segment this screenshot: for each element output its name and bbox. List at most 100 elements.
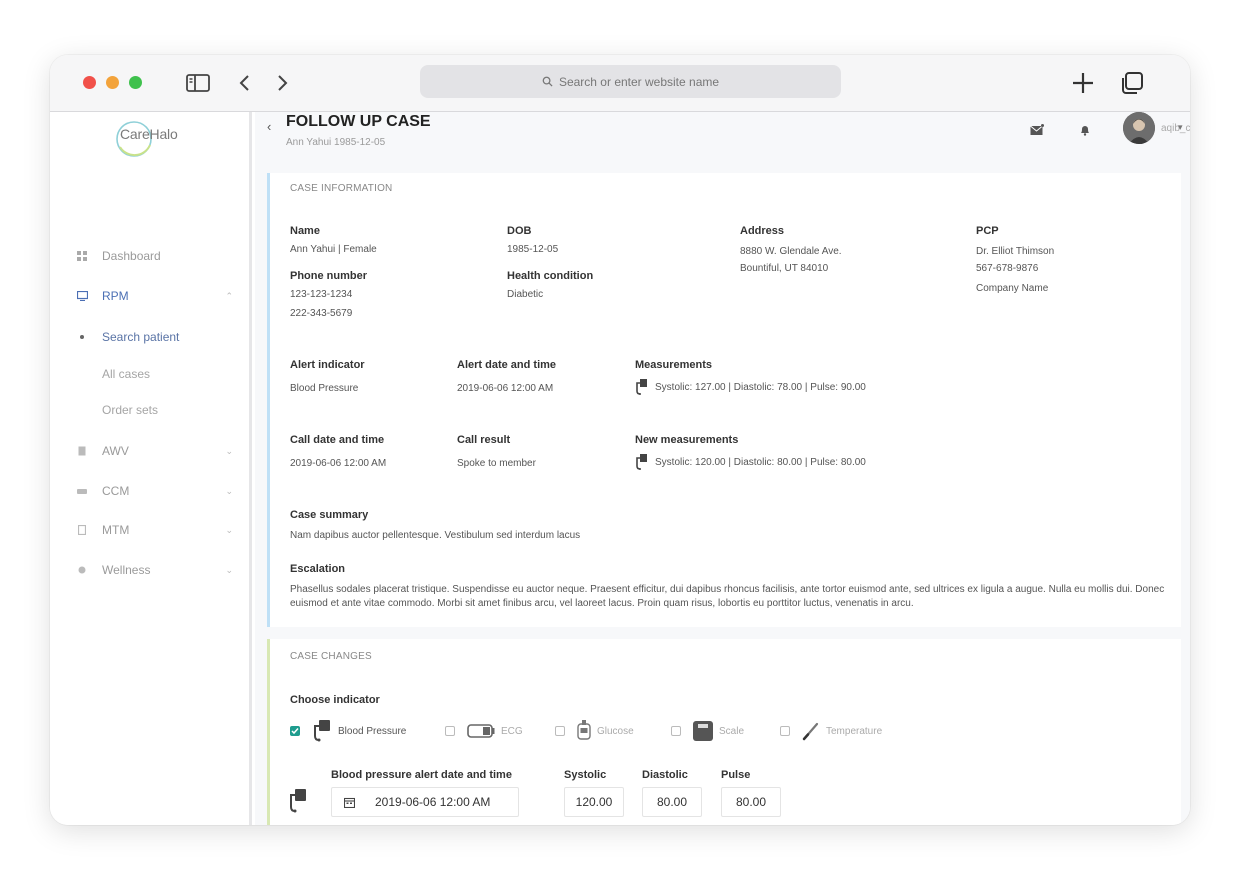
sidebar-item-dashboard[interactable]: Dashboard — [76, 246, 241, 266]
pcp-phone: 567-678-9876 — [976, 263, 1039, 274]
sidebar-subitem-order-sets[interactable]: Order sets — [102, 403, 158, 417]
sidebar-item-label: Dashboard — [102, 249, 161, 263]
measurements-label: Measurements — [635, 359, 713, 371]
sidebar-item-label: AWV — [102, 444, 129, 458]
ecg-icon — [467, 723, 495, 739]
browser-window: Search or enter website name CareHalo Da… — [50, 55, 1190, 825]
page-subtitle: Ann Yahui 1985-12-05 — [286, 137, 386, 148]
thermometer-icon — [802, 721, 820, 741]
address-label: Address — [740, 225, 785, 237]
indicator-scale[interactable]: Scale — [671, 719, 744, 743]
case-changes-title: CASE CHANGES — [290, 651, 372, 662]
indicator-label: ECG — [501, 725, 523, 737]
phone-1: 123-123-1234 — [290, 289, 353, 300]
systolic-label: Systolic — [564, 769, 607, 781]
new-measurements-row: Systolic: 120.00 | Diastolic: 80.00 | Pu… — [635, 454, 866, 470]
new-measurements-value: Systolic: 120.00 | Diastolic: 80.00 | Pu… — [655, 456, 866, 468]
escalation-value: Phasellus sodales placerat tristique. Su… — [290, 584, 1165, 609]
document-icon — [76, 445, 88, 457]
case-summary-label: Case summary — [290, 509, 369, 521]
health-condition-value: Diabetic — [507, 289, 544, 300]
avatar[interactable] — [1123, 112, 1155, 144]
indicator-label: Scale — [719, 725, 745, 737]
call-datetime-label: Call date and time — [290, 434, 385, 446]
address-bar[interactable]: Search or enter website name — [420, 65, 841, 98]
monitor-icon — [76, 290, 88, 302]
sidebar-item-wellness[interactable]: Wellness ⌄ — [76, 560, 241, 580]
tabs-overview-icon[interactable] — [1117, 69, 1147, 97]
caret-down-icon[interactable]: ▾ — [1178, 122, 1183, 133]
phone-label: Phone number — [290, 270, 368, 282]
diastolic-input[interactable]: 80.00 — [642, 787, 702, 817]
sidebar: CareHalo Dashboard RPM ⌃ Search patient … — [50, 112, 252, 825]
phone-2: 222-343-5679 — [290, 308, 353, 319]
case-changes-card: CASE CHANGES Choose indicator Blood Pres… — [267, 639, 1181, 825]
case-information-title: CASE INFORMATION — [290, 183, 393, 194]
close-window-button[interactable] — [83, 76, 96, 89]
maximize-window-button[interactable] — [129, 76, 142, 89]
case-information-card: CASE INFORMATION Name Ann Yahui | Female… — [267, 173, 1181, 627]
chevron-down-icon: ⌄ — [225, 564, 233, 575]
diastolic-label: Diastolic — [642, 769, 688, 781]
blood-pressure-icon — [312, 720, 332, 742]
bp-datetime-input[interactable]: 2019-06-06 12:00 AM — [331, 787, 519, 817]
pcp-company: Company Name — [976, 283, 1049, 294]
indicator-glucose[interactable]: Glucose — [555, 719, 634, 743]
clipboard-icon — [76, 524, 88, 536]
indicator-label: Blood Pressure — [338, 725, 407, 737]
calendar-icon — [344, 797, 355, 808]
browser-titlebar: Search or enter website name — [50, 55, 1190, 112]
glucose-icon — [577, 720, 591, 742]
address-line1: 8880 W. Glendale Ave. — [740, 246, 842, 257]
ecg-checkbox[interactable] — [445, 726, 455, 736]
message-icon[interactable] — [1029, 122, 1045, 138]
username[interactable]: aqib_care — [1161, 123, 1190, 134]
diastolic-value: 80.00 — [656, 795, 688, 809]
pulse-label: Pulse — [721, 769, 751, 781]
temperature-checkbox[interactable] — [780, 726, 790, 736]
sidebar-item-ccm[interactable]: CCM ⌄ — [76, 481, 241, 501]
address-bar-placeholder: Search or enter website name — [558, 74, 720, 89]
scale-checkbox[interactable] — [671, 726, 681, 736]
sidebar-subitem-all-cases[interactable]: All cases — [102, 367, 150, 381]
escalation-label: Escalation — [290, 563, 346, 575]
bell-icon[interactable] — [1077, 122, 1093, 138]
sidebar-subitem-search-patient[interactable]: Search patient — [102, 330, 179, 344]
sidebar-item-label: Wellness — [102, 563, 151, 577]
bp-datetime-value: 2019-06-06 12:00 AM — [375, 795, 491, 809]
logo-text: CareHalo — [120, 126, 178, 142]
alert-indicator-label: Alert indicator — [290, 359, 365, 371]
chevron-down-icon: ⌄ — [225, 485, 233, 496]
indicator-temperature[interactable]: Temperature — [780, 719, 882, 743]
dob-label: DOB — [507, 225, 532, 237]
indicator-ecg[interactable]: ECG — [445, 719, 523, 743]
sidebar-item-mtm[interactable]: MTM ⌄ — [76, 520, 241, 540]
minimize-window-button[interactable] — [106, 76, 119, 89]
sidebar-toggle-icon[interactable] — [183, 69, 213, 97]
sidebar-item-awv[interactable]: AWV ⌄ — [76, 441, 241, 461]
back-icon[interactable] — [230, 69, 260, 97]
choose-indicator-label: Choose indicator — [290, 694, 380, 706]
new-tab-icon[interactable] — [1068, 69, 1098, 97]
alert-datetime-label: Alert date and time — [457, 359, 557, 371]
back-chevron-icon[interactable]: ‹ — [267, 119, 271, 134]
pcp-label: PCP — [976, 225, 999, 237]
bp-datetime-label: Blood pressure alert date and time — [331, 769, 512, 781]
blood-pressure-icon — [288, 789, 308, 813]
blood-pressure-checkbox[interactable] — [290, 726, 300, 736]
search-icon — [542, 76, 553, 87]
case-summary-value: Nam dapibus auctor pellentesque. Vestibu… — [290, 530, 581, 541]
indicator-blood-pressure[interactable]: Blood Pressure — [290, 719, 406, 743]
forward-icon[interactable] — [267, 69, 297, 97]
name-label: Name — [290, 225, 320, 237]
call-result-label: Call result — [457, 434, 511, 446]
glucose-checkbox[interactable] — [555, 726, 565, 736]
sidebar-item-rpm[interactable]: RPM ⌃ — [76, 286, 241, 306]
blood-pressure-icon — [636, 379, 647, 395]
call-result-value: Spoke to member — [457, 458, 536, 469]
pulse-input[interactable]: 80.00 — [721, 787, 781, 817]
systolic-input[interactable]: 120.00 — [564, 787, 624, 817]
alert-indicator-value: Blood Pressure — [290, 383, 359, 394]
measurements-row: Systolic: 127.00 | Diastolic: 78.00 | Pu… — [635, 379, 866, 395]
sidebar-item-label: RPM — [102, 289, 129, 303]
